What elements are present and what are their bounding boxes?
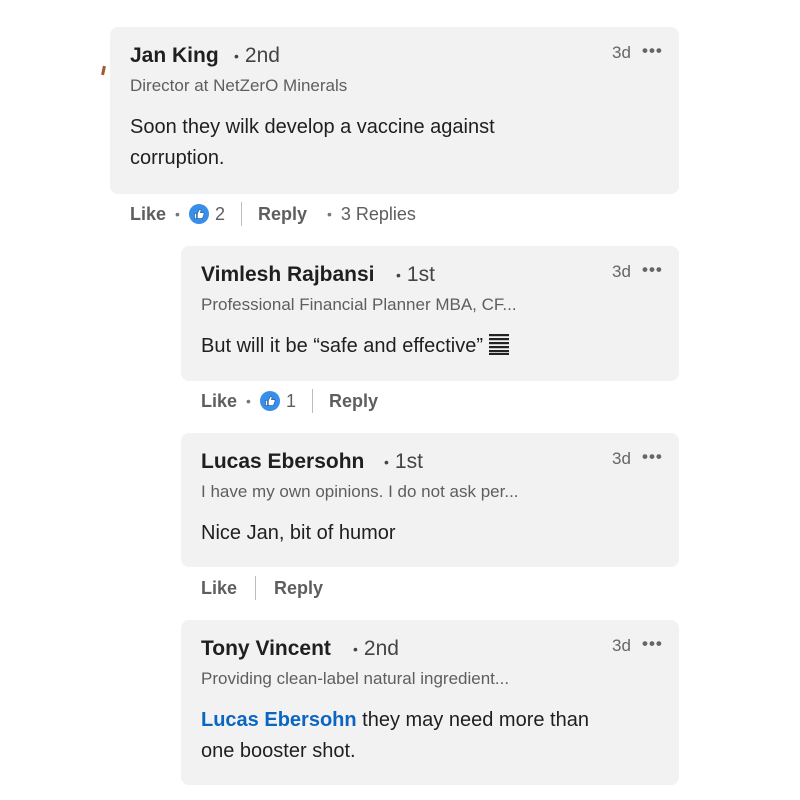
connection-degree-label: 1st <box>406 263 435 286</box>
more-options-icon[interactable]: ••• <box>642 634 663 654</box>
comment-author-name[interactable]: Vimlesh Rajbansi <box>201 263 375 287</box>
comment-author-name[interactable]: Jan King <box>130 44 219 68</box>
divider <box>255 576 257 600</box>
comment-author-name[interactable]: Lucas Ebersohn <box>201 450 364 474</box>
replies-count-link[interactable]: 3 Replies <box>341 204 416 225</box>
author-headline: I have my own opinions. I do not ask per… <box>201 482 519 501</box>
comment-actions: Like • 2 Reply • 3 Replies <box>130 200 416 228</box>
author-headline: Professional Financial Planner MBA, CF..… <box>201 295 517 314</box>
connection-degree: • 1st <box>384 450 423 474</box>
reply-button[interactable]: Reply <box>258 204 307 225</box>
divider <box>311 389 313 413</box>
comment-text-line: But will it be “safe and effective” <box>201 335 483 357</box>
comment-text-line: Lucas Ebersohn they may need more than <box>201 705 661 736</box>
comment-timestamp: 3d <box>612 43 631 62</box>
more-options-icon[interactable]: ••• <box>642 260 663 280</box>
like-button[interactable]: Like <box>201 391 237 412</box>
like-reaction-icon <box>259 391 280 411</box>
comment-author-name[interactable]: Tony Vincent <box>201 637 331 661</box>
abacus-emoji <box>489 334 509 355</box>
separator-dot: • <box>326 206 332 222</box>
like-reaction-icon <box>188 204 209 224</box>
reply-button[interactable]: Reply <box>274 578 323 599</box>
like-button[interactable]: Like <box>201 578 237 599</box>
divider <box>240 202 242 226</box>
comment-text-line: corruption. <box>130 147 225 169</box>
mention-link[interactable]: Lucas Ebersohn <box>201 709 357 731</box>
separator-dot: • <box>234 48 239 65</box>
like-count[interactable]: 2 <box>215 204 225 225</box>
author-headline: Providing clean-label natural ingredient… <box>201 669 510 688</box>
separator-dot: • <box>246 393 251 409</box>
comment-text: Soon they wilk develop a vaccine against… <box>130 112 495 174</box>
more-options-icon[interactable]: ••• <box>642 41 663 61</box>
comment-actions: Like Reply <box>201 574 323 602</box>
author-headline: Director at NetZerO Minerals <box>130 76 348 95</box>
comment-timestamp: 3d <box>612 636 631 655</box>
comment-actions: Like • 1 Reply <box>201 387 378 415</box>
separator-dot: • <box>353 641 358 658</box>
connection-degree-label: 2nd <box>244 44 280 67</box>
like-button[interactable]: Like <box>130 204 166 225</box>
like-count[interactable]: 1 <box>286 391 296 412</box>
separator-dot: • <box>175 206 180 222</box>
connection-degree-label: 1st <box>394 450 423 473</box>
comment-text: Nice Jan, bit of humor <box>201 518 396 549</box>
connection-degree: • 1st <box>396 263 435 287</box>
connection-degree-label: 2nd <box>363 637 399 660</box>
reply-button[interactable]: Reply <box>329 391 378 412</box>
comment-text-line: one booster shot. <box>201 740 356 762</box>
separator-dot: • <box>396 267 401 284</box>
comment-text-fragment: they may need more than <box>356 709 589 731</box>
comment-text: But will it be “safe and effective” <box>201 331 509 362</box>
comment-timestamp: 3d <box>612 449 631 468</box>
comment-text: Lucas Ebersohn they may need more than o… <box>201 705 661 767</box>
comment-text-line: Soon they wilk develop a vaccine against <box>130 116 495 138</box>
comment-timestamp: 3d <box>612 262 631 281</box>
separator-dot: • <box>384 454 389 471</box>
connection-degree: • 2nd <box>353 637 399 661</box>
more-options-icon[interactable]: ••• <box>642 447 663 467</box>
connection-degree: • 2nd <box>234 44 280 68</box>
decorative-speck <box>101 65 106 76</box>
comment-text-line: Nice Jan, bit of humor <box>201 522 396 544</box>
